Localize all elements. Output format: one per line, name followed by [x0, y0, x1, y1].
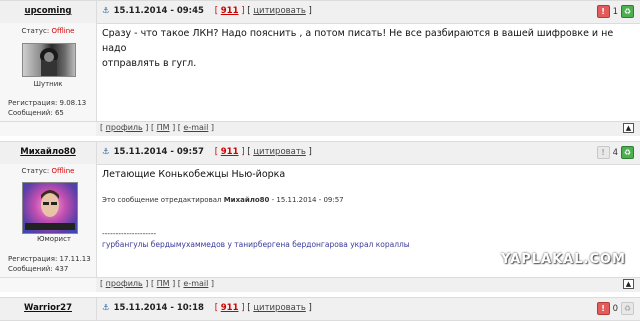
post-number-link[interactable]: 911	[221, 147, 239, 157]
post-footer: [ профиль ] [ ПМ ] [ e-mail ] ▲	[96, 121, 640, 136]
msgs-label: Сообщений:	[8, 265, 53, 273]
vote-box: ! 1 ♻	[596, 4, 634, 19]
reg-label: Регистрация:	[8, 99, 58, 107]
user-sidebar: Статус: Offline Шутник Регистрация: 9.08…	[0, 23, 96, 121]
user-rank: Шутник	[33, 80, 63, 88]
msgs-count: 65	[54, 109, 64, 117]
post-body: Сразу - что такое ЛКН? Надо пояснить , а…	[102, 26, 640, 71]
edit-user: Михайло80	[223, 196, 270, 204]
anchor-icon[interactable]: ⚓	[102, 303, 110, 313]
username-link[interactable]: upcoming	[0, 6, 96, 16]
profile-link[interactable]: профиль	[106, 123, 143, 132]
post-number-link[interactable]: 911	[221, 6, 239, 16]
divider	[96, 142, 97, 164]
avatar[interactable]	[22, 182, 78, 234]
anchor-icon[interactable]: ⚓	[102, 6, 110, 16]
signature-divider: --------------------	[102, 229, 157, 238]
post-date: 15.11.2014 - 09:45	[113, 6, 204, 16]
vote-box: ! 0 ♻	[596, 301, 634, 316]
edit-date: - 15.11.2014 - 09:57	[269, 196, 344, 204]
thumb-down-icon[interactable]: !	[596, 302, 610, 315]
profile-links: [ профиль ] [ ПМ ] [ e-mail ]	[100, 279, 215, 288]
post-meta: ⚓ 15.11.2014 - 09:57 [ 911 ] [ цитировать…	[102, 147, 312, 157]
post-footer: [ профиль ] [ ПМ ] [ e-mail ] ▲	[96, 277, 640, 292]
footer-spacer	[0, 121, 96, 136]
quote-link[interactable]: цитировать	[253, 6, 306, 16]
post-meta: ⚓ 15.11.2014 - 09:45 [ 911 ] [ цитировать…	[102, 6, 312, 16]
profile-links: [ профиль ] [ ПМ ] [ e-mail ]	[100, 123, 215, 132]
status-line: Статус: Offline	[0, 27, 96, 35]
post-date: 15.11.2014 - 10:18	[113, 303, 204, 313]
user-sidebar: Статус: Offline Юморист Регистрация: 17.…	[0, 164, 96, 277]
post-header: Warrior27 ⚓ 15.11.2014 - 10:18 [ 911 ] [ …	[0, 297, 640, 321]
username-link[interactable]: Михайло80	[0, 147, 96, 157]
post-header: Михайло80 ⚓ 15.11.2014 - 09:57 [ 911 ] [ …	[0, 141, 640, 165]
signature-text: гурбангулы бердымухаммедов у танирберген…	[102, 240, 410, 249]
post-body: Летающие Конькобежцы Нью-йорка	[102, 167, 285, 182]
thumb-up-icon[interactable]: ♻	[621, 146, 634, 159]
quote-link[interactable]: цитировать	[253, 147, 306, 157]
user-info: Регистрация: 17.11.13 Сообщений: 437	[8, 254, 91, 274]
status-line: Статус: Offline	[0, 167, 96, 175]
user-rank: Юморист	[36, 235, 72, 243]
divider	[96, 1, 97, 23]
post-date: 15.11.2014 - 09:57	[113, 147, 204, 157]
msgs-label: Сообщений:	[8, 109, 53, 117]
avatar[interactable]	[22, 43, 76, 77]
edit-note: Это сообщение отредактировал Михайло80 -…	[102, 196, 344, 204]
quote-link[interactable]: цитировать	[253, 303, 306, 313]
post-meta: ⚓ 15.11.2014 - 10:18 [ 911 ] [ цитировать…	[102, 303, 312, 313]
reg-label: Регистрация:	[8, 255, 58, 263]
scroll-top-icon[interactable]: ▲	[623, 123, 634, 133]
thumb-up-icon[interactable]: ♻	[621, 5, 634, 18]
edit-prefix: Это сообщение отредактировал	[102, 196, 222, 204]
post-text-line: отправлять в гугл.	[102, 58, 197, 69]
post-number-link[interactable]: 911	[221, 303, 239, 313]
pm-link[interactable]: ПМ	[157, 279, 170, 288]
msgs-count: 437	[54, 265, 69, 273]
scroll-top-icon[interactable]: ▲	[623, 279, 634, 289]
post-header: upcoming ⚓ 15.11.2014 - 09:45 [ 911 ] [ ц…	[0, 0, 640, 24]
vote-count: 4	[612, 147, 618, 158]
status-value: Offline	[51, 27, 75, 35]
vote-count: 0	[612, 303, 618, 314]
email-link[interactable]: e-mail	[183, 279, 208, 288]
vote-box: ! 4 ♻	[596, 145, 634, 160]
thumb-down-icon[interactable]: !	[596, 5, 610, 18]
divider	[96, 298, 97, 320]
thumb-down-icon[interactable]: !	[596, 146, 610, 159]
footer-spacer	[0, 277, 96, 292]
status-label: Статус:	[21, 167, 50, 175]
reg-date: 9.08.13	[59, 99, 87, 107]
vote-count: 1	[612, 6, 618, 17]
status-value: Offline	[51, 167, 75, 175]
username-link[interactable]: Warrior27	[0, 303, 96, 313]
thumb-up-icon[interactable]: ♻	[621, 302, 634, 315]
divider	[96, 23, 97, 121]
status-label: Статус:	[21, 27, 50, 35]
pm-link[interactable]: ПМ	[157, 123, 170, 132]
divider	[96, 164, 97, 277]
profile-link[interactable]: профиль	[106, 279, 143, 288]
email-link[interactable]: e-mail	[183, 123, 208, 132]
user-info: Регистрация: 9.08.13 Сообщений: 65	[8, 98, 86, 118]
signature: -------------------- гурбангулы бердымух…	[102, 228, 410, 250]
post-text-line: Летающие Конькобежцы Нью-йорка	[102, 169, 286, 180]
anchor-icon[interactable]: ⚓	[102, 147, 110, 157]
post-text-line: Сразу - что такое ЛКН? Надо пояснить , а…	[102, 28, 614, 54]
site-watermark: YAPLAKAL.COM	[501, 252, 626, 267]
reg-date: 17.11.13	[59, 255, 91, 263]
